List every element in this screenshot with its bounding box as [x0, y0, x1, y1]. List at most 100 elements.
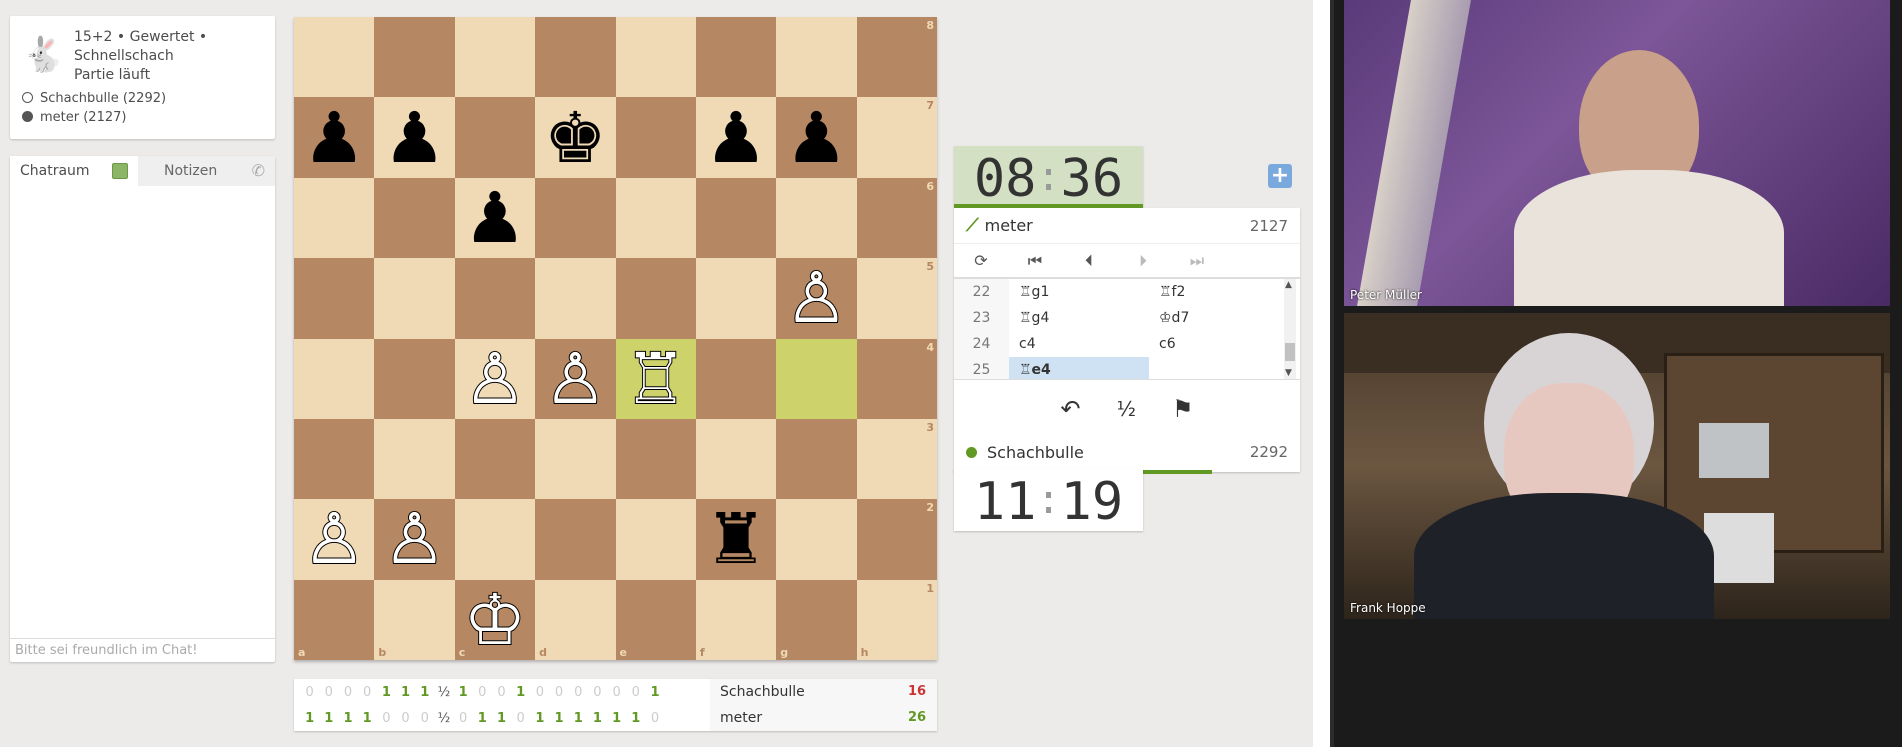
square-f1[interactable]: f: [695, 579, 777, 660]
add-time-button[interactable]: +: [1268, 164, 1292, 188]
square-e1[interactable]: e: [615, 579, 696, 660]
piece-b7[interactable]: ♟: [383, 103, 446, 173]
crosstable-result[interactable]: 1: [319, 711, 338, 726]
square-f8[interactable]: [695, 17, 777, 98]
next-move-icon[interactable]: ⏵: [1116, 251, 1170, 271]
move-white[interactable]: ♖g1: [1009, 279, 1149, 305]
square-f3[interactable]: [695, 418, 777, 500]
white-player-link[interactable]: Schachbulle (2292): [22, 89, 263, 108]
square-c3[interactable]: [454, 418, 536, 500]
crosstable-result[interactable]: 1: [607, 711, 626, 726]
crosstable-result[interactable]: 1: [338, 711, 357, 726]
prev-move-icon[interactable]: ⏴: [1062, 251, 1116, 271]
piece-g7[interactable]: ♟: [785, 103, 848, 173]
move-white[interactable]: ♖g4: [1009, 305, 1149, 331]
draw-offer-button[interactable]: ½: [1117, 397, 1136, 421]
crosstable-result[interactable]: 1: [415, 685, 434, 700]
move-black[interactable]: c6: [1149, 331, 1289, 357]
crosstable-result[interactable]: 1: [473, 711, 492, 726]
piece-b2[interactable]: ♙: [382, 503, 447, 575]
square-d1[interactable]: d: [535, 579, 616, 660]
crosstable-result[interactable]: 1: [645, 685, 664, 700]
square-a5[interactable]: [294, 258, 375, 339]
square-d3[interactable]: [535, 418, 616, 500]
top-player-name[interactable]: meter: [985, 216, 1250, 235]
scroll-up-icon[interactable]: ▲: [1285, 280, 1292, 290]
flip-board-icon[interactable]: ⟳: [954, 251, 1008, 270]
square-a3[interactable]: [294, 418, 375, 500]
square-e3[interactable]: [615, 418, 696, 500]
crosstable-result[interactable]: 0: [492, 685, 511, 700]
tab-notes[interactable]: Notizen ✆: [138, 156, 275, 186]
crosstable-result[interactable]: 0: [454, 711, 473, 726]
square-b8[interactable]: [374, 17, 455, 98]
scroll-down-icon[interactable]: ▼: [1285, 368, 1292, 378]
crosstable-result[interactable]: 1: [549, 711, 568, 726]
crosstable-result[interactable]: 1: [626, 711, 645, 726]
crosstable-result[interactable]: 1: [492, 711, 511, 726]
crosstable-result[interactable]: 0: [415, 711, 434, 726]
crosstable-result[interactable]: 0: [473, 685, 492, 700]
square-b2[interactable]: ♙: [374, 499, 455, 580]
square-f4[interactable]: [695, 338, 777, 419]
crosstable-result[interactable]: 1: [396, 685, 415, 700]
square-c2[interactable]: [454, 499, 536, 580]
piece-g5[interactable]: ♙: [784, 262, 849, 334]
square-a7[interactable]: ♟: [294, 97, 375, 178]
crosstable-result[interactable]: 0: [338, 685, 357, 700]
scroll-thumb[interactable]: [1285, 343, 1295, 361]
crosstable-player-name[interactable]: Schachbulle: [710, 679, 897, 705]
black-player-name[interactable]: meter (2127): [40, 110, 126, 125]
square-d6[interactable]: [535, 177, 616, 259]
crosstable-result[interactable]: 0: [549, 685, 568, 700]
crosstable-result[interactable]: 1: [588, 711, 607, 726]
square-f2[interactable]: ♜: [695, 499, 777, 580]
chess-board[interactable]: 8 ♟ ♟ ♚ ♟ ♟ 7 ♟ 6 ♙ 5 ♙ ♙ ♖ 4 3 ♙ ♙ ♜ 2 a b ♔ c d e f g 1 h: [294, 17, 937, 660]
crosstable-result[interactable]: 1: [300, 711, 319, 726]
first-move-icon[interactable]: ⏮: [1008, 251, 1062, 271]
square-h3[interactable]: 3: [856, 418, 937, 500]
square-d2[interactable]: [535, 499, 616, 580]
move-black[interactable]: ♔d7: [1149, 305, 1289, 331]
takeback-icon[interactable]: ↶: [1060, 395, 1080, 423]
crosstable-result[interactable]: 1: [569, 711, 588, 726]
square-d4[interactable]: ♙: [535, 338, 616, 419]
crosstable-result[interactable]: 1: [377, 685, 396, 700]
resign-flag-icon[interactable]: ⚑: [1172, 395, 1194, 423]
square-b7[interactable]: ♟: [374, 97, 455, 178]
crosstable-result[interactable]: 0: [569, 685, 588, 700]
square-e5[interactable]: [615, 258, 696, 339]
move-white[interactable]: c4: [1009, 331, 1149, 357]
square-b4[interactable]: [374, 338, 455, 419]
square-g3[interactable]: [776, 418, 857, 500]
move-white[interactable]: ♖e4: [1009, 357, 1149, 379]
square-h2[interactable]: 2: [856, 499, 937, 580]
square-d8[interactable]: [535, 17, 616, 98]
piece-d4[interactable]: ♙: [543, 343, 608, 415]
square-g6[interactable]: [776, 177, 857, 259]
square-c7[interactable]: [454, 97, 536, 178]
square-e6[interactable]: [615, 177, 696, 259]
piece-c6[interactable]: ♟: [464, 183, 527, 253]
crosstable-result[interactable]: 0: [358, 685, 377, 700]
crosstable-result[interactable]: 1: [454, 685, 473, 700]
crosstable-result[interactable]: 0: [377, 711, 396, 726]
phone-icon[interactable]: ✆: [252, 157, 265, 185]
square-e8[interactable]: [615, 17, 696, 98]
square-g1[interactable]: g: [776, 579, 857, 660]
last-move-icon[interactable]: ⏭: [1170, 251, 1224, 271]
crosstable-result[interactable]: 1: [530, 711, 549, 726]
crosstable-result[interactable]: 0: [511, 711, 530, 726]
move-black[interactable]: [1149, 357, 1289, 379]
bottom-player-name[interactable]: Schachbulle: [987, 443, 1250, 462]
square-f5[interactable]: [695, 258, 777, 339]
move-list-scrollbar[interactable]: ▲ ▼: [1284, 279, 1296, 379]
square-c1[interactable]: ♔ c: [454, 579, 536, 660]
square-d7[interactable]: ♚: [535, 97, 616, 178]
crosstable-player-name[interactable]: meter: [710, 705, 897, 731]
square-b6[interactable]: [374, 177, 455, 259]
piece-c1[interactable]: ♔: [463, 584, 528, 656]
white-player-name[interactable]: Schachbulle (2292): [40, 91, 166, 106]
piece-e4[interactable]: ♖: [623, 343, 688, 415]
chat-toggle-checkbox[interactable]: [112, 163, 128, 179]
